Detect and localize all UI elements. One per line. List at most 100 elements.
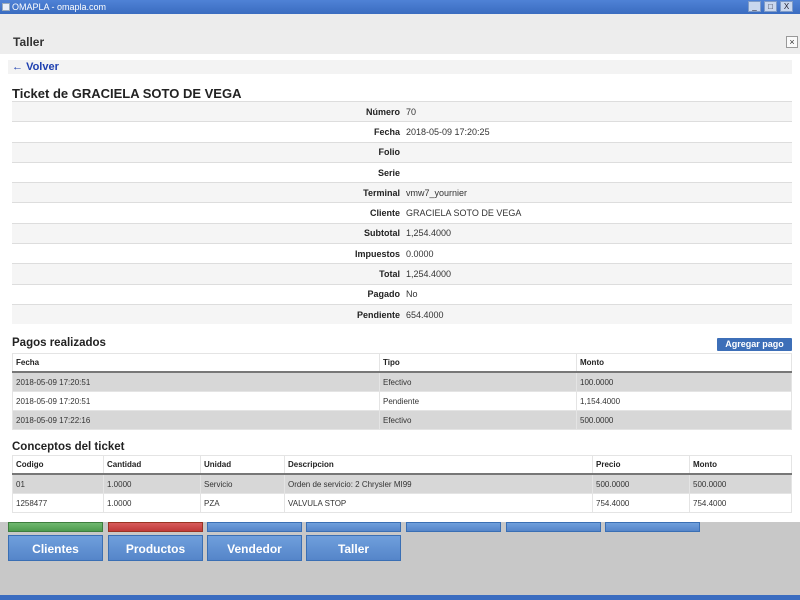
bg-button[interactable] (108, 522, 203, 532)
minimize-button[interactable]: _ (748, 1, 761, 12)
table-cell: Servicio (200, 473, 285, 494)
ticket-title: Ticket de GRACIELA SOTO DE VEGA (12, 86, 242, 101)
detail-row: Terminal vmw7_yournier (12, 182, 792, 203)
detail-value: 0.0000 (403, 243, 792, 264)
table-row[interactable]: 1258477 1.0000 PZA VALVULA STOP 754.4000… (12, 493, 792, 513)
table-row[interactable]: 2018-05-09 17:22:16 Efectivo 500.0000 (12, 410, 792, 430)
table-row[interactable]: 01 1.0000 Servicio Orden de servicio: 2 … (12, 473, 792, 494)
table-cell: 1.0000 (103, 493, 201, 513)
column-header[interactable]: Descripcion (284, 455, 593, 475)
detail-value: 2018-05-09 17:20:25 (403, 121, 792, 143)
app-icon (2, 3, 10, 11)
column-header[interactable]: Fecha (12, 353, 380, 373)
detail-label: Total (12, 263, 403, 285)
detail-label: Pagado (12, 283, 403, 305)
payments-header-row: Fecha Tipo Monto (12, 353, 792, 373)
column-header[interactable]: Monto (576, 353, 792, 373)
app-toolbar-behind (0, 14, 800, 43)
payments-table: Fecha Tipo Monto 2018-05-09 17:20:51 Efec… (12, 353, 792, 430)
column-header[interactable]: Monto (689, 455, 792, 475)
back-link[interactable]: ← Volver (12, 61, 59, 73)
modal-close-button[interactable]: × (786, 36, 798, 48)
detail-row: Folio (12, 141, 792, 163)
taller-button[interactable]: Taller (306, 535, 401, 561)
detail-row: Total 1,254.4000 (12, 263, 792, 285)
table-cell: 1,154.4000 (576, 391, 792, 411)
table-cell: 01 (12, 473, 104, 494)
window-titlebar: OMAPLA - omapla.com _ □ X (0, 0, 800, 14)
detail-value (403, 141, 792, 163)
detail-row: Cliente GRACIELA SOTO DE VEGA (12, 202, 792, 224)
table-cell: PZA (200, 493, 285, 513)
add-payment-button[interactable]: Agregar pago (717, 338, 792, 351)
detail-row: Pagado No (12, 283, 792, 305)
concepts-header-row: Codigo Cantidad Unidad Descripcion Preci… (12, 455, 792, 475)
table-cell: 754.4000 (592, 493, 690, 513)
table-cell: 2018-05-09 17:22:16 (12, 410, 380, 430)
back-bar: ← Volver (8, 60, 792, 74)
detail-value: 1,254.4000 (403, 222, 792, 244)
detail-row: Impuestos 0.0000 (12, 243, 792, 264)
detail-label: Impuestos (12, 243, 403, 264)
ticket-details-table: Número 70 Fecha 2018-05-09 17:20:25 Folio … (12, 100, 792, 325)
detail-label: Cliente (12, 202, 403, 224)
bg-button[interactable] (406, 522, 501, 532)
table-cell: VALVULA STOP (284, 493, 593, 513)
detail-value: 654.4000 (403, 303, 792, 325)
detail-value: vmw7_yournier (403, 182, 792, 203)
back-label: Volver (26, 61, 59, 73)
taller-modal: Taller × ← Volver Ticket de GRACIELA SOT… (0, 30, 800, 522)
background-menu: Clientes Productos Vendedor Taller (0, 522, 800, 600)
table-cell: Efectivo (379, 371, 577, 392)
maximize-button[interactable]: □ (764, 1, 777, 12)
bg-button[interactable] (605, 522, 700, 532)
table-cell: Orden de servicio: 2 Chrysler MI99 (284, 473, 593, 494)
detail-label: Fecha (12, 121, 403, 143)
modal-header: Taller × (0, 30, 800, 54)
detail-row: Pendiente 654.4000 (12, 303, 792, 325)
window-title: OMAPLA - omapla.com (12, 2, 107, 12)
table-cell: 754.4000 (689, 493, 792, 513)
bg-button[interactable] (506, 522, 601, 532)
table-cell: Efectivo (379, 410, 577, 430)
modal-title: Taller (13, 35, 45, 49)
clientes-button[interactable]: Clientes (8, 535, 103, 561)
detail-value: 1,254.4000 (403, 263, 792, 285)
table-row[interactable]: 2018-05-09 17:20:51 Pendiente 1,154.4000 (12, 391, 792, 411)
detail-label: Serie (12, 161, 403, 183)
detail-label: Subtotal (12, 222, 403, 244)
concepts-title: Conceptos del ticket (12, 441, 125, 453)
bg-button[interactable] (8, 522, 103, 532)
detail-row: Fecha 2018-05-09 17:20:25 (12, 121, 792, 143)
table-cell: 1258477 (12, 493, 104, 513)
payments-title: Pagos realizados (12, 337, 106, 349)
table-row[interactable]: 2018-05-09 17:20:51 Efectivo 100.0000 (12, 371, 792, 392)
window-close-button[interactable]: X (780, 1, 793, 12)
bg-button[interactable] (207, 522, 302, 532)
detail-label: Número (12, 100, 403, 122)
back-arrow-icon: ← (12, 61, 23, 73)
detail-value: No (403, 283, 792, 305)
column-header[interactable]: Tipo (379, 353, 577, 373)
detail-label: Terminal (12, 182, 403, 203)
column-header[interactable]: Precio (592, 455, 690, 475)
column-header[interactable]: Unidad (200, 455, 285, 475)
productos-button[interactable]: Productos (108, 535, 203, 561)
detail-row: Número 70 (12, 100, 792, 122)
table-cell: Pendiente (379, 391, 577, 411)
table-cell: 500.0000 (576, 410, 792, 430)
detail-row: Serie (12, 161, 792, 183)
table-cell: 2018-05-09 17:20:51 (12, 371, 380, 392)
detail-label: Pendiente (12, 303, 403, 325)
table-cell: 500.0000 (689, 473, 792, 494)
column-header[interactable]: Cantidad (103, 455, 201, 475)
detail-value (403, 161, 792, 183)
column-header[interactable]: Codigo (12, 455, 104, 475)
bg-button[interactable] (306, 522, 401, 532)
table-cell: 2018-05-09 17:20:51 (12, 391, 380, 411)
table-cell: 1.0000 (103, 473, 201, 494)
detail-value: GRACIELA SOTO DE VEGA (403, 202, 792, 224)
table-cell: 500.0000 (592, 473, 690, 494)
vendedor-button[interactable]: Vendedor (207, 535, 302, 561)
concepts-table: Codigo Cantidad Unidad Descripcion Preci… (12, 455, 792, 513)
